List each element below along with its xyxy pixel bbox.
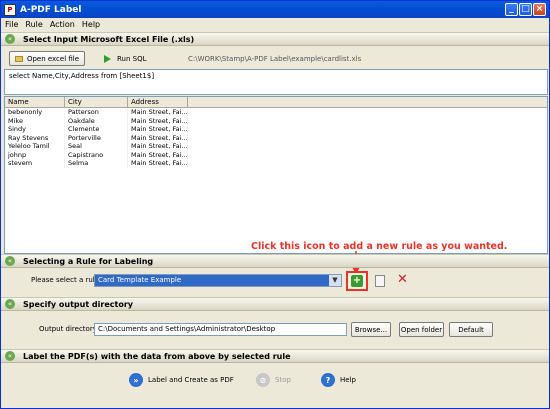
collapse-icon[interactable]: « (5, 256, 15, 266)
folder-icon (14, 55, 23, 62)
open-excel-label: Open excel file (26, 54, 80, 63)
cell-address: Main Street, Fai... (128, 108, 188, 117)
directory-label: Output directory: (39, 325, 99, 333)
table-row[interactable]: johnp Capistrano Main Street, Fai... (5, 150, 547, 159)
table-row[interactable]: Ray Stevens Porterville Main Street, Fai… (5, 133, 547, 142)
menu-rule[interactable]: Rule (25, 20, 42, 29)
table-row[interactable]: Yeleloo Tamil Seal Main Street, Fai... (5, 142, 547, 151)
title-bar[interactable]: P A-PDF Label _ □ × (1, 1, 549, 18)
cell-city: Oakdale (65, 116, 128, 125)
cell-name: johnp (5, 150, 65, 159)
cell-city: Seal (65, 142, 128, 151)
edit-rule-button[interactable] (375, 275, 385, 287)
collapse-icon[interactable]: « (5, 34, 15, 44)
delete-icon: ✕ (397, 272, 408, 287)
annotation-text: Click this icon to add a new rule as you… (251, 241, 508, 252)
stop-button[interactable]: ⊘ Stop (256, 373, 291, 387)
default-button[interactable]: Default (449, 322, 493, 337)
table-row[interactable]: bebenonly Patterson Main Street, Fai... (5, 108, 547, 117)
run-sql-button[interactable]: Run SQL (104, 51, 147, 66)
cell-name: bebenonly (5, 108, 65, 117)
rule-select[interactable]: Card Template Example ▼ (94, 274, 342, 287)
section-output-directory[interactable]: « Specify output directory (1, 297, 549, 311)
section-select-rule[interactable]: « Selecting a Rule for Labeling (1, 254, 549, 268)
cell-city: Porterville (65, 133, 128, 142)
cell-name: Yeleloo Tamil (5, 142, 65, 151)
help-button[interactable]: ? Help (321, 373, 356, 387)
delete-rule-button[interactable]: ✕ (397, 273, 408, 287)
menu-help[interactable]: Help (82, 20, 100, 29)
column-header-city[interactable]: City (65, 97, 128, 107)
section-label: Specify output directory (23, 299, 133, 309)
section-label: Label the PDF(s) with the data from abov… (23, 351, 291, 361)
cell-city: Selma (65, 159, 128, 168)
cell-address: Main Street, Fai... (128, 150, 188, 159)
menu-file[interactable]: File (5, 20, 18, 29)
cell-name: Ray Stevens (5, 133, 65, 142)
open-folder-button[interactable]: Open folder (399, 322, 444, 337)
play-icon (104, 54, 111, 63)
output-directory-input[interactable]: C:\Documents and Settings\Administrator\… (94, 323, 347, 336)
column-header-address[interactable]: Address (128, 97, 188, 107)
grid-header: Name City Address (5, 97, 547, 108)
menu-bar: File Rule Action Help (1, 18, 549, 30)
label-create-pdf-button[interactable]: » Label and Create as PDF (129, 373, 234, 387)
cell-name: stevem (5, 159, 65, 168)
fast-forward-icon: » (129, 373, 143, 387)
data-grid[interactable]: Name City Address bebenonly Patterson Ma… (4, 96, 548, 254)
close-button[interactable]: × (533, 3, 546, 16)
app-icon: P (4, 3, 16, 16)
cell-name: Mike (5, 116, 65, 125)
minimize-button[interactable]: _ (505, 3, 518, 16)
create-label: Label and Create as PDF (148, 376, 234, 384)
window-title: A-PDF Label (20, 4, 82, 15)
maximize-button[interactable]: □ (519, 3, 532, 16)
chevron-down-icon[interactable]: ▼ (329, 275, 341, 286)
cell-name: Sindy (5, 125, 65, 134)
add-icon: + (351, 275, 363, 287)
add-rule-button[interactable]: + (346, 271, 368, 291)
cell-address: Main Street, Fai... (128, 116, 188, 125)
run-sql-label: Run SQL (117, 54, 147, 63)
cell-city: Clemente (65, 125, 128, 134)
table-row[interactable]: Sindy Clemente Main Street, Fai... (5, 125, 547, 134)
file-path: C:\WORK\Stamp\A-PDF Label\example\cardli… (188, 54, 362, 63)
cell-address: Main Street, Fai... (128, 133, 188, 142)
cell-address: Main Street, Fai... (128, 125, 188, 134)
section-label-pdfs[interactable]: « Label the PDF(s) with the data from ab… (1, 349, 549, 363)
section-label: Selecting a Rule for Labeling (23, 256, 154, 266)
cell-address: Main Street, Fai... (128, 142, 188, 151)
cell-address: Main Street, Fai... (128, 159, 188, 168)
help-label: Help (340, 376, 356, 384)
open-excel-button[interactable]: Open excel file (9, 51, 85, 66)
collapse-icon[interactable]: « (5, 351, 15, 361)
menu-action[interactable]: Action (50, 20, 75, 29)
collapse-icon[interactable]: « (5, 299, 15, 309)
rule-label: Please select a rule: (31, 276, 102, 284)
help-icon: ? (321, 373, 335, 387)
column-header-name[interactable]: Name (5, 97, 65, 107)
stop-icon: ⊘ (256, 373, 270, 387)
browse-button[interactable]: Browse... (351, 322, 391, 337)
cell-city: Capistrano (65, 150, 128, 159)
sql-query-input[interactable]: select Name,City,Address from [Sheet1$] (4, 69, 548, 95)
rule-select-value: Card Template Example (98, 276, 182, 284)
table-row[interactable]: stevem Selma Main Street, Fai... (5, 159, 547, 168)
section-label: Select Input Microsoft Excel File (.xls) (23, 34, 195, 44)
table-row[interactable]: Mike Oakdale Main Street, Fai... (5, 116, 547, 125)
cell-city: Patterson (65, 108, 128, 117)
section-select-input[interactable]: « Select Input Microsoft Excel File (.xl… (1, 32, 549, 46)
app-window: P A-PDF Label _ □ × File Rule Action Hel… (0, 0, 550, 409)
stop-label: Stop (275, 376, 291, 384)
